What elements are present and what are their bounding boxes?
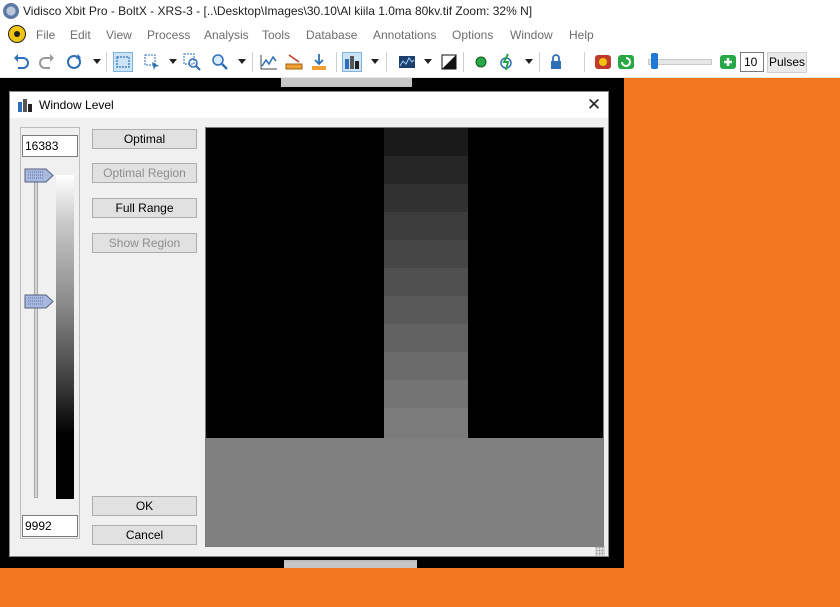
zoom-icon[interactable] bbox=[210, 52, 230, 72]
image-preview bbox=[205, 127, 604, 547]
toolbar-separator bbox=[386, 52, 387, 72]
menu-annotations[interactable]: Annotations bbox=[373, 28, 436, 42]
grayscale-gradient-bar bbox=[56, 175, 74, 499]
redo-icon[interactable] bbox=[37, 52, 57, 72]
dialog-titlebar[interactable]: Window Level ✕ bbox=[10, 92, 608, 118]
toolbar-separator bbox=[463, 52, 464, 72]
lock-icon[interactable] bbox=[546, 52, 566, 72]
toolbar-separator bbox=[106, 52, 107, 72]
toolbar bbox=[0, 47, 840, 78]
window-level-dialog: Window Level ✕ 16383 9992 Optimal Optima… bbox=[9, 91, 609, 557]
invert-icon[interactable] bbox=[439, 52, 459, 72]
workspace-background-bottom bbox=[0, 568, 624, 607]
full-range-button[interactable]: Full Range bbox=[92, 198, 197, 218]
cancel-button[interactable]: Cancel bbox=[92, 525, 197, 545]
refresh-dropdown-icon[interactable] bbox=[93, 59, 101, 64]
close-icon[interactable]: ✕ bbox=[582, 95, 606, 115]
image-scroll-tab-bottom[interactable] bbox=[284, 560, 417, 568]
window-level-icon[interactable] bbox=[342, 52, 362, 72]
image-scroll-tab-top[interactable] bbox=[281, 78, 412, 87]
menu-tools[interactable]: Tools bbox=[262, 28, 290, 42]
low-value-field[interactable]: 9992 bbox=[22, 515, 78, 537]
window-level-dropdown-icon[interactable] bbox=[371, 59, 379, 64]
menu-help[interactable]: Help bbox=[569, 28, 594, 42]
resize-grip-icon[interactable] bbox=[595, 546, 605, 556]
menu-file[interactable]: File bbox=[36, 28, 55, 42]
capture-icon[interactable] bbox=[593, 52, 613, 72]
histogram-icon[interactable] bbox=[397, 52, 417, 72]
toolbar-separator bbox=[539, 52, 540, 72]
menu-analysis[interactable]: Analysis bbox=[204, 28, 249, 42]
menu-database[interactable]: Database bbox=[306, 28, 357, 42]
image-base-region bbox=[206, 438, 603, 546]
toolbar-separator bbox=[584, 52, 585, 72]
low-level-slider-thumb[interactable] bbox=[24, 294, 54, 309]
calibrate-icon[interactable] bbox=[309, 52, 329, 72]
high-value-field[interactable]: 16383 bbox=[22, 135, 78, 157]
menu-bar: File Edit View Process Analysis Tools Da… bbox=[0, 23, 840, 47]
region-dropdown-icon[interactable] bbox=[169, 59, 177, 64]
optimal-region-button[interactable]: Optimal Region bbox=[92, 163, 197, 183]
histogram-dropdown-icon[interactable] bbox=[424, 59, 432, 64]
level-slider-track[interactable] bbox=[34, 172, 38, 498]
window-titlebar: Vidisco Xbit Pro - BoltX - XRS-3 - [..\D… bbox=[0, 0, 840, 23]
menu-window[interactable]: Window bbox=[510, 28, 553, 42]
region-select-icon[interactable] bbox=[142, 52, 162, 72]
radiation-logo-icon[interactable] bbox=[8, 25, 26, 43]
optimal-button[interactable]: Optimal bbox=[92, 129, 197, 149]
window-level-icon bbox=[18, 99, 32, 112]
app-icon bbox=[3, 3, 19, 19]
toolbar-separator bbox=[252, 52, 253, 72]
menu-edit[interactable]: Edit bbox=[70, 28, 91, 42]
dialog-title: Window Level bbox=[39, 98, 114, 112]
undo-icon[interactable] bbox=[11, 52, 31, 72]
flash-dropdown-icon[interactable] bbox=[525, 59, 533, 64]
menu-view[interactable]: View bbox=[106, 28, 132, 42]
flash-icon[interactable] bbox=[497, 52, 517, 72]
window-title: Vidisco Xbit Pro - BoltX - XRS-3 - [..\D… bbox=[23, 4, 533, 18]
add-green-icon[interactable] bbox=[718, 52, 738, 72]
refresh-icon[interactable] bbox=[64, 52, 84, 72]
xray-source-icon[interactable] bbox=[471, 52, 491, 72]
refresh-green-icon[interactable] bbox=[616, 52, 636, 72]
ok-button[interactable]: OK bbox=[92, 496, 197, 516]
show-region-button[interactable]: Show Region bbox=[92, 233, 197, 253]
workspace-background bbox=[624, 78, 840, 607]
rectangle-select-icon[interactable] bbox=[113, 52, 133, 72]
high-level-slider-thumb[interactable] bbox=[24, 168, 54, 183]
line-profile-icon[interactable] bbox=[259, 52, 279, 72]
zoom-dropdown-icon[interactable] bbox=[238, 59, 246, 64]
pulses-input[interactable]: 10 bbox=[740, 52, 764, 72]
menu-options[interactable]: Options bbox=[452, 28, 493, 42]
menu-process[interactable]: Process bbox=[147, 28, 190, 42]
exposure-slider-thumb[interactable] bbox=[651, 53, 658, 69]
pulses-button[interactable]: Pulses bbox=[767, 52, 807, 73]
zoom-region-icon[interactable] bbox=[182, 52, 202, 72]
toolbar-separator bbox=[336, 52, 337, 72]
measure-icon[interactable] bbox=[284, 52, 304, 72]
step-wedge-image bbox=[384, 128, 468, 438]
